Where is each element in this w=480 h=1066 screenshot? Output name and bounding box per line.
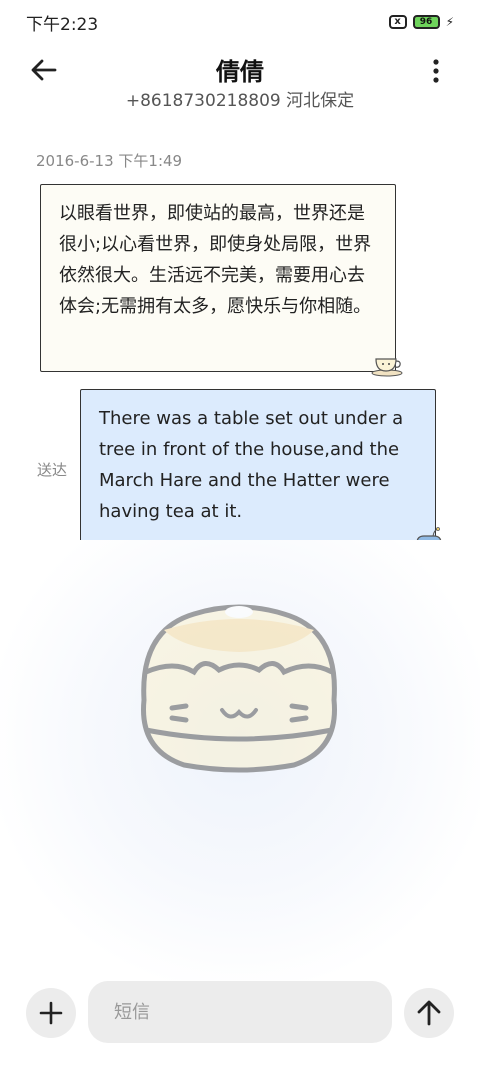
send-arrow-icon — [417, 1000, 441, 1026]
incoming-message-bubble[interactable]: 以眼看世界，即使站的最高，世界还是很小;以心看世界，即使身处局限，世界依然很大。… — [40, 184, 396, 372]
sim-off-icon: x — [388, 15, 407, 29]
contact-number: +8618730218809 河北保定 — [125, 91, 355, 111]
outgoing-message-bubble[interactable]: There was a table set out under a tree i… — [80, 389, 436, 546]
contact-name: 倩倩 — [216, 58, 264, 86]
message-input[interactable] — [88, 981, 392, 1043]
delivery-status: 送达 — [37, 461, 68, 479]
charging-bolt-icon: ⚡ — [445, 15, 454, 29]
bun-mascot-icon — [141, 604, 337, 773]
plus-icon — [39, 1001, 63, 1025]
message-timestamp: 2016-6-13 下午1:49 — [36, 152, 183, 170]
conversation-header: 倩倩 +8618730218809 河北保定 — [0, 44, 480, 116]
teacup-sticker-icon — [371, 358, 403, 377]
status-time: 下午2:23 — [26, 14, 99, 35]
battery-icon: 96 — [412, 15, 440, 29]
send-button[interactable] — [404, 988, 454, 1038]
status-icons: x 96 ⚡ — [388, 15, 454, 29]
add-attachment-button[interactable] — [26, 988, 76, 1038]
composer-bar — [0, 978, 480, 1048]
status-bar: 下午2:23 x 96 ⚡ — [0, 0, 480, 44]
more-options-button[interactable] — [426, 56, 446, 86]
more-vertical-icon — [433, 59, 439, 83]
